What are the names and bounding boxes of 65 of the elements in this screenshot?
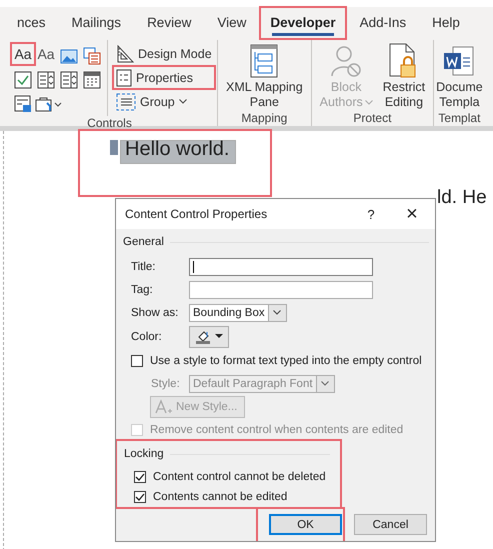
ribbon-tab[interactable]: Help (421, 9, 471, 36)
field-label: Color: (131, 330, 163, 342)
image-icon[interactable] (60, 48, 78, 64)
person-blocked-icon (330, 44, 362, 78)
properties-button[interactable]: Properties (114, 67, 214, 88)
close-button[interactable]: × (389, 199, 435, 229)
list-icon[interactable] (37, 71, 55, 89)
dialog-button[interactable]: OK (269, 514, 342, 535)
new-style-icon (155, 398, 173, 414)
checkbox-label: Contents cannot be edited (153, 491, 288, 503)
checkbox-label: Use a style to format text typed into the empty control (150, 354, 422, 366)
section-heading: General (123, 236, 164, 248)
field-label: Show as: (131, 306, 180, 318)
group-label: Mapping (240, 111, 288, 126)
properties-icon (116, 68, 132, 86)
calendar-icon[interactable] (83, 71, 101, 89)
group-icon (116, 92, 136, 110)
content-control[interactable]: Hello world. (120, 140, 236, 164)
paint-bucket-icon (196, 329, 210, 344)
template-button[interactable]: Docume Templa (436, 40, 483, 111)
design-button[interactable]: Design Mode (114, 43, 218, 64)
xml-button[interactable]: XML Mapping Pane (222, 40, 307, 111)
group-button[interactable]: Group (114, 91, 218, 112)
text-field[interactable] (189, 280, 373, 298)
ribbon-tab[interactable]: Add-Ins (348, 9, 418, 36)
color-button[interactable] (189, 326, 229, 348)
field-label: Style: (151, 378, 181, 390)
dropdown[interactable]: Bounding Box (189, 304, 287, 322)
toolbox-icon[interactable] (35, 96, 63, 112)
checkbox[interactable] (134, 491, 146, 503)
checkbox[interactable] (134, 471, 146, 483)
restrict-button[interactable]: Restrict Editing (378, 40, 430, 111)
help-button[interactable]: ? (353, 199, 389, 229)
ribbon-tab[interactable]: nces (6, 9, 57, 36)
checkbox-label: Remove content control when contents are edited (150, 424, 404, 436)
text-control-icon[interactable]: Aa (35, 44, 57, 64)
gallery-icon[interactable] (83, 47, 101, 65)
dialog-button[interactable]: Cancel (354, 514, 427, 535)
group-label: Controls (86, 116, 133, 130)
chevron-icon (178, 99, 187, 104)
text-field[interactable] (189, 258, 373, 276)
group-label: Templat (437, 111, 482, 126)
ribbon-tab[interactable]: Mailings (60, 9, 132, 36)
chevron-icon (273, 310, 282, 315)
checkbox-icon[interactable] (14, 71, 32, 89)
control-handle[interactable] (110, 140, 118, 155)
caret-icon (214, 334, 222, 339)
chevron-icon (364, 100, 373, 105)
word-document-icon (443, 45, 476, 77)
field-label: Title: (131, 260, 156, 272)
group-label: Protect (352, 111, 392, 126)
field-label: Tag: (131, 284, 154, 296)
ruler-triangle-icon (116, 44, 134, 62)
section-heading: Locking (124, 448, 164, 460)
list-icon[interactable] (60, 71, 78, 89)
form-icon[interactable] (14, 95, 32, 113)
checkbox[interactable] (131, 354, 143, 366)
mapping-pane-icon (250, 44, 278, 78)
chevron-icon (321, 381, 330, 386)
dialog-title: Content Control Properties (125, 207, 268, 221)
ribbon-tab[interactable]: View (206, 9, 258, 36)
document-paragraph: ld. He (437, 187, 487, 209)
ribbon-tab[interactable]: Review (136, 9, 202, 36)
checkbox-label: Content control cannot be deleted (153, 471, 326, 483)
ribbon-tab[interactable]: Developer (261, 8, 345, 38)
